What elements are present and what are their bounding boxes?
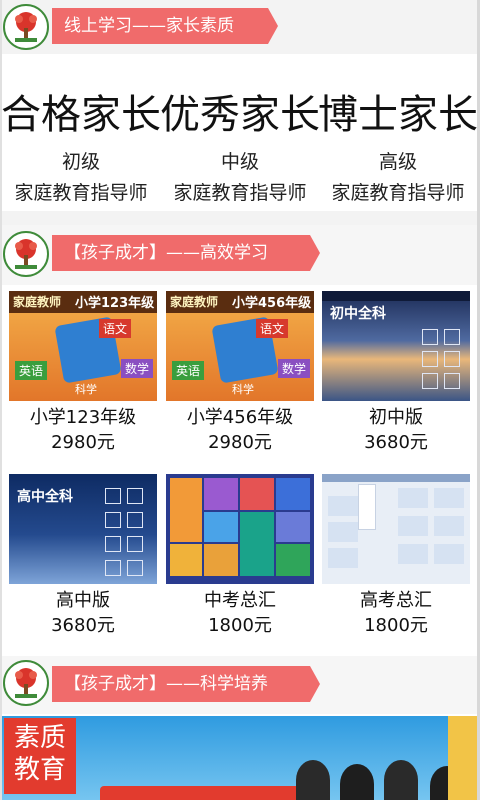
thumb-subject-english: 英语 [172,361,205,380]
product-card-senior-high[interactable]: 高中全科 高中版 3680元 [9,474,157,637]
school-logo-icon [3,660,49,706]
level-rank: 高级 [378,151,417,173]
level-card-doctor[interactable]: 博士家长 高级 家庭教育指导师 [318,55,478,205]
promo-badge: 素质 教育 [4,718,76,794]
left-edge [0,0,2,800]
product-price: 3680元 [51,615,115,636]
thumb-grade-label: 小学456年级 [232,296,312,311]
product-price: 3680元 [364,432,428,453]
level-rank: 初级 [61,151,100,173]
thumb-subject-chinese: 语文 [256,319,289,338]
level-desc: 家庭教育指导师 [173,182,307,204]
product-price: 1800元 [364,615,428,636]
product-card-zhongkao[interactable]: 中考总汇 1800元 [166,474,314,637]
section-title-banner: 【孩子成才】——科学培养 [52,666,320,702]
section-title: 线上学习——家长素质 [64,16,234,36]
product-name: 高考总汇 [360,590,432,611]
thumb-subject-math: 数学 [121,359,154,378]
product-price: 2980元 [51,432,115,453]
promo-badge-line1: 素质 [13,723,66,753]
level-rank: 中级 [220,151,259,173]
level-title: 优秀家长 [160,92,320,138]
section-title: 【孩子成才】——高效学习 [64,243,268,263]
promo-slogan-shape [100,786,300,800]
section-title-banner: 【孩子成才】——高效学习 [52,235,320,271]
product-card-junior-high[interactable]: 初中全科 初中版 3680元 [322,291,470,454]
thumb-subject-science: 科学 [75,383,97,396]
promo-side-stripe [448,716,480,800]
level-card-qualified[interactable]: 合格家长 初级 家庭教育指导师 [1,55,161,205]
thumb-title: 高中全科 [17,489,73,505]
level-desc: 家庭教育指导师 [14,182,148,204]
parent-levels: 合格家长 初级 家庭教育指导师 优秀家长 中级 家庭教育指导师 博士家长 高级 … [0,55,480,211]
thumb-grade-label: 小学123年级 [75,296,155,311]
school-logo-icon [3,4,49,50]
product-card-primary-456[interactable]: 家庭教师 小学456年级 语文 英语 数学 科学 小学456年级 2980元 [166,291,314,454]
thumb-subject-math: 数学 [278,359,311,378]
section-header-efficient-learning: 【孩子成才】——高效学习 [0,225,480,285]
thumb-subject-chinese: 语文 [99,319,132,338]
thumb-teacher-label: 家庭教师 [170,295,219,309]
product-thumbnail: 高中全科 [9,474,157,584]
product-thumbnail: 家庭教师 小学123年级 语文 英语 数学 科学 [9,291,157,401]
product-name: 高中版 [56,590,110,611]
school-logo-icon [3,231,49,277]
section-divider [0,211,480,225]
section-title: 【孩子成才】——科学培养 [64,674,268,694]
product-price: 1800元 [208,615,272,636]
thumb-subject-science: 科学 [232,383,254,396]
section-header-parent-quality: 线上学习——家长素质 [0,0,480,54]
product-name: 小学456年级 [186,407,294,428]
thumb-subject-english: 英语 [15,361,48,380]
promo-banner[interactable]: 素质 教育 [0,716,480,800]
product-thumbnail [166,474,314,584]
level-card-excellent[interactable]: 优秀家长 中级 家庭教育指导师 [160,55,320,205]
product-card-gaokao[interactable]: 高考总汇 1800元 [322,474,470,637]
product-price: 2980元 [208,432,272,453]
level-title: 合格家长 [1,92,161,138]
student-figure [296,760,330,800]
promo-badge-line2: 教育 [13,755,66,785]
student-figure [340,764,374,800]
thumb-teacher-label: 家庭教师 [13,295,62,309]
product-name: 小学123年级 [29,407,137,428]
product-thumbnail: 家庭教师 小学456年级 语文 英语 数学 科学 [166,291,314,401]
product-thumbnail [322,474,470,584]
section-title-banner: 线上学习——家长素质 [52,8,278,44]
app-page: 线上学习——家长素质 合格家长 初级 家庭教育指导师 优秀家长 中级 家庭教育指… [0,0,480,800]
product-name: 初中版 [369,407,423,428]
level-desc: 家庭教育指导师 [331,182,465,204]
student-figure [384,760,418,800]
product-card-primary-123[interactable]: 家庭教师 小学123年级 语文 英语 数学 科学 小学123年级 2980元 [9,291,157,454]
product-thumbnail: 初中全科 [322,291,470,401]
section-header-scientific-training: 【孩子成才】——科学培养 [0,656,480,714]
level-title: 博士家长 [318,92,478,138]
thumb-title: 初中全科 [330,306,386,322]
product-name: 中考总汇 [204,590,276,611]
